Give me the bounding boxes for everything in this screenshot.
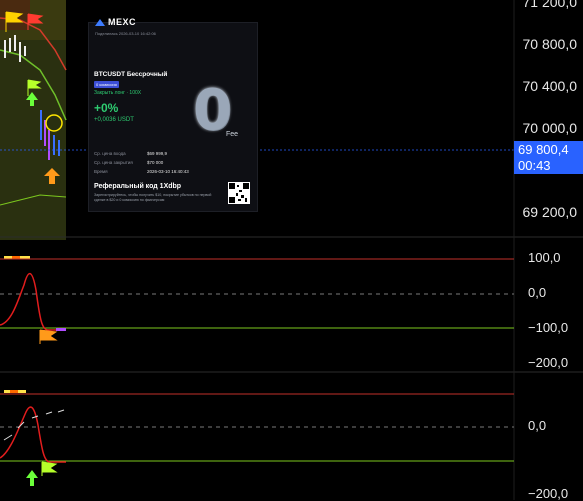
fee-label: Fee (226, 131, 239, 138)
mexc-brand: MEXC (108, 17, 137, 27)
close-price-value: $70 000 (147, 160, 164, 165)
entry-price-label: Ср. цена входа (94, 151, 126, 156)
current-price-badge: 69 800,4 00:43 (514, 141, 583, 174)
price-label-70000: 70 000,0 (522, 120, 578, 136)
current-price-value: 69 800,4 (518, 142, 569, 157)
card-pnl-amount: +0,0036 USDT (94, 117, 134, 123)
osc2-up-arrow-icon (26, 470, 38, 486)
card-shared-at: Поделилась 2026-03-10 16:42:06 (95, 31, 156, 36)
card-pnl-percent: +0% (94, 101, 119, 115)
osc1-line (0, 272, 66, 331)
osc1-label-0: 0,0 (528, 285, 547, 300)
qr-code-icon (228, 182, 250, 204)
osc2-label-minus200: −200,0 (528, 486, 569, 501)
referral-title: Реферальный код 1Xdbp (94, 183, 182, 190)
referral-description: Зарегистрируйтесь, чтобы получить $10, п… (94, 193, 212, 202)
osc2-line (0, 406, 66, 463)
osc1-label-minus200: −200,0 (528, 355, 569, 370)
mexc-share-card: MEXC Поделилась 2026-03-10 16:42:06 BTCU… (88, 17, 258, 212)
price-label-70800: 70 800,0 (522, 36, 578, 52)
osc1-orange-flag-icon (39, 329, 58, 344)
osc2-dashed-line (3, 409, 65, 441)
osc1-label-100: 100,0 (528, 250, 561, 265)
card-fee-badge: 0 комиссия (94, 81, 119, 88)
card-header: MEXC (95, 17, 136, 27)
time-value: 2026-03-10 16:40:43 (147, 169, 189, 174)
card-close-long: Закрыть лонг · 100X (94, 90, 142, 96)
osc2-green-flag-icon (41, 461, 58, 476)
band-fill-mid (0, 40, 66, 240)
close-price-label: Ср. цена закрытия (94, 160, 133, 165)
card-pair: BTCUSDT Бессрочный (94, 71, 168, 78)
candle-countdown: 00:43 (518, 158, 551, 173)
price-label-69200: 69 200,0 (522, 204, 578, 220)
osc2-label-0: 0,0 (528, 418, 547, 433)
price-label-71200: 71 200,0 (522, 0, 578, 10)
price-label-70400: 70 400,0 (522, 78, 578, 94)
time-label: Время (94, 169, 108, 174)
mexc-logo-icon (95, 18, 105, 26)
entry-price-value: $69 999,9 (147, 151, 168, 156)
osc1-label-minus100: −100,0 (528, 320, 569, 335)
